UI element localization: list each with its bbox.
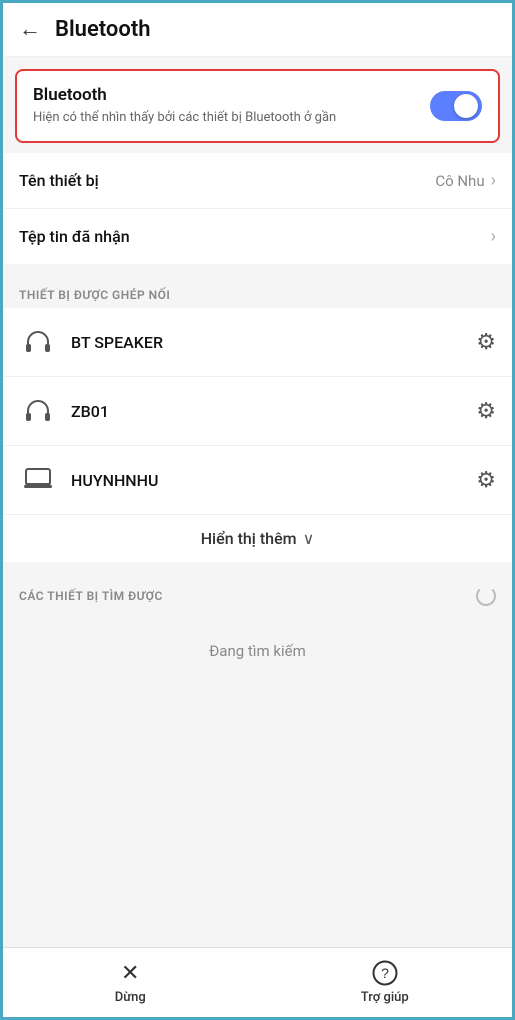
show-more-label: Hiển thị thêm <box>201 529 297 548</box>
laptop-icon-huynhnhu <box>19 461 57 499</box>
bluetooth-toggle-description: Hiện có thể nhìn thấy bởi các thiết bị B… <box>33 109 418 127</box>
received-files-right: › <box>491 226 496 247</box>
device-name-row[interactable]: Tên thiết bị Cô Nhu › <box>3 153 512 209</box>
chevron-icon-device-name: › <box>491 170 496 191</box>
phone-frame: ← Bluetooth Bluetooth Hiện có thể nhìn t… <box>0 0 515 1020</box>
gear-icon-huynhnhu[interactable]: ⚙ <box>476 468 496 493</box>
page-title: Bluetooth <box>55 17 151 42</box>
bluetooth-toggle-text: Bluetooth Hiện có thể nhìn thấy bởi các … <box>33 85 430 127</box>
chevron-down-icon: ∨ <box>303 529 315 548</box>
bluetooth-toggle-card[interactable]: Bluetooth Hiện có thể nhìn thấy bởi các … <box>15 69 500 143</box>
device-name-label: Tên thiết bị <box>19 171 99 190</box>
device-row-huynhnhu[interactable]: HUYNHNHU ⚙ <box>3 446 512 515</box>
show-more-row[interactable]: Hiển thị thêm ∨ <box>3 515 512 562</box>
gear-icon-zb01[interactable]: ⚙ <box>476 399 496 424</box>
help-button[interactable]: ? Trợ giúp <box>258 960 513 1005</box>
searching-text: Đang tìm kiếm <box>3 612 512 710</box>
settings-group: Tên thiết bị Cô Nhu › Tệp tin đã nhận › <box>3 153 512 264</box>
gear-icon-bt-speaker[interactable]: ⚙ <box>476 330 496 355</box>
bluetooth-toggle-title: Bluetooth <box>33 85 418 105</box>
bluetooth-toggle-switch[interactable] <box>430 91 482 121</box>
back-button[interactable]: ← <box>19 19 41 41</box>
chevron-icon-received-files: › <box>491 226 496 247</box>
paired-devices-group: BT SPEAKER ⚙ ZB01 ⚙ <box>3 308 512 562</box>
device-name-huynhnhu: HUYNHNHU <box>71 471 476 490</box>
device-row-zb01[interactable]: ZB01 ⚙ <box>3 377 512 446</box>
header: ← Bluetooth <box>3 3 512 57</box>
device-name-value: Cô Nhu <box>435 172 484 190</box>
stop-icon: ✕ <box>121 961 139 986</box>
bottom-bar: ✕ Dừng ? Trợ giúp <box>3 947 512 1017</box>
loading-spinner <box>476 586 496 606</box>
section-separator-2 <box>3 562 512 572</box>
device-row-bt-speaker[interactable]: BT SPEAKER ⚙ <box>3 308 512 377</box>
device-name-zb01: ZB01 <box>71 402 476 421</box>
device-name-bt-speaker: BT SPEAKER <box>71 333 476 352</box>
stop-label: Dừng <box>115 990 146 1005</box>
svg-text:?: ? <box>381 965 389 981</box>
section-separator-1 <box>3 264 512 274</box>
device-name-right: Cô Nhu › <box>435 170 496 191</box>
received-files-row[interactable]: Tệp tin đã nhận › <box>3 209 512 264</box>
stop-button[interactable]: ✕ Dừng <box>3 961 258 1005</box>
headphones-icon-bt-speaker <box>19 323 57 361</box>
content-area: Bluetooth Hiện có thể nhìn thấy bởi các … <box>3 57 512 947</box>
discovered-section: CÁC THIẾT BỊ TÌM ĐƯỢC Đang tìm kiếm <box>3 572 512 710</box>
headphones-icon-zb01 <box>19 392 57 430</box>
discovered-section-label: CÁC THIẾT BỊ TÌM ĐƯỢC <box>19 589 163 603</box>
help-icon: ? <box>372 960 398 986</box>
paired-section-header: THIẾT BỊ ĐƯỢC GHÉP NỐI <box>3 274 512 308</box>
discovered-header: CÁC THIẾT BỊ TÌM ĐƯỢC <box>3 572 512 612</box>
received-files-label: Tệp tin đã nhận <box>19 227 130 246</box>
help-label: Trợ giúp <box>361 990 409 1005</box>
